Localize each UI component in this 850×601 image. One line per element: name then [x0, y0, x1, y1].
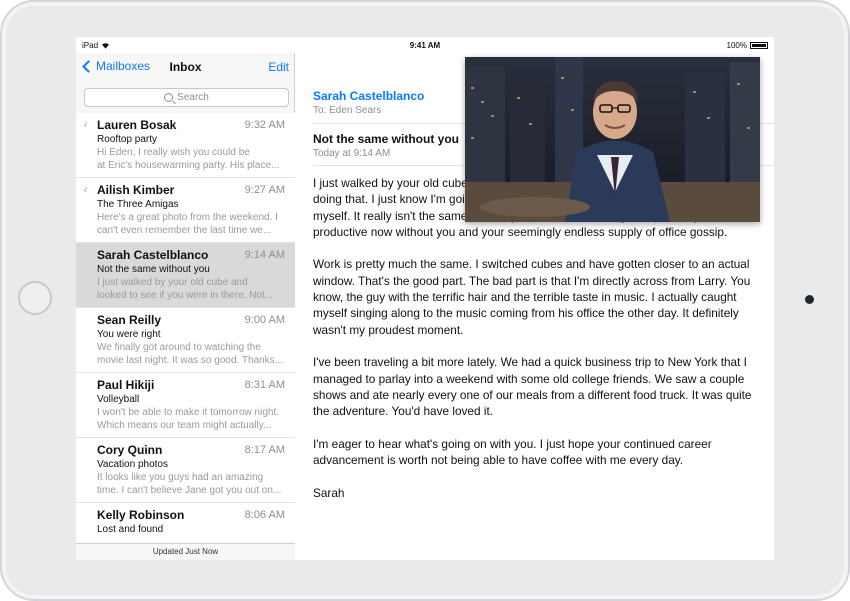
email-preview: Hi Eden, I really wish you could be at Er… [97, 146, 292, 172]
email-subject: Not the same without you [97, 264, 210, 275]
email-preview-line-2: looked to see if you were in there. Not.… [97, 290, 274, 301]
email-sender: Paul Hikiji [97, 378, 155, 392]
paperclip-icon: ⌐ [80, 118, 92, 130]
email-preview-line-2: can't even remember the last time we... [97, 225, 272, 236]
message-paragraph: Sarah [313, 485, 345, 500]
email-sender: Cory Quinn [97, 443, 163, 457]
email-subject: Volleyball [97, 394, 140, 405]
email-sender: Sean Reilly [97, 313, 162, 327]
email-time: 8:06 AM [244, 509, 285, 521]
email-preview-line-1: Hi Eden, I really wish you could be [97, 147, 250, 158]
email-preview: I won't be able to make it tomorrow nigh… [97, 406, 292, 432]
status-bar: iPad 9:41 AM 100% [76, 37, 774, 53]
email-sender: Kelly Robinson [97, 508, 185, 522]
email-preview-line-2: movie last night. It was so good. Thanks… [97, 355, 284, 366]
email-time: 9:32 AM [244, 119, 285, 131]
email-subject: Vacation photos [97, 459, 168, 470]
email-list: ⌐ Lauren Bosak 9:32 AM Rooftop party Hi Eden… [76, 113, 295, 543]
message-sender[interactable]: Sarah Castelblanco [313, 89, 424, 103]
mailbox-sidebar: Mailboxes Inbox Edit Search ⌐ Lauren Bosa… [76, 53, 295, 560]
email-subject: You were right [97, 329, 161, 340]
update-status: Updated Just Now [152, 547, 219, 556]
status-right: 100% [727, 41, 768, 50]
email-sender: Sarah Castelblanco [97, 248, 209, 262]
email-time: 8:31 AM [244, 379, 285, 391]
email-preview-line-1: Here's a great photo from the weekend. I [97, 212, 278, 223]
email-time: 9:27 AM [244, 184, 285, 196]
email-time: 9:00 AM [244, 314, 285, 326]
email-preview: We finally got around to watching the mov… [97, 341, 292, 367]
paperclip-icon: ⌐ [80, 183, 92, 195]
battery-percent: 100% [726, 41, 747, 50]
email-sender: Ailish Kimber [97, 183, 175, 197]
email-list-item[interactable]: Kelly Robinson 8:06 AM Lost and found [76, 503, 295, 543]
search-icon [164, 93, 174, 102]
screen: iPad 9:41 AM 100% Mailboxes Inbox Edit S… [76, 37, 774, 560]
email-list-item[interactable]: Sarah Castelblanco 9:14 AM Not the same wi… [76, 243, 295, 308]
email-sender: Lauren Bosak [97, 118, 177, 132]
inbox-title: Inbox [169, 60, 202, 74]
email-preview: Here's a great photo from the weekend. I… [97, 211, 292, 237]
email-time: 9:14 AM [244, 249, 285, 261]
video-frame [465, 57, 760, 222]
sidebar-nav-bar: Mailboxes Inbox Edit [76, 53, 295, 83]
email-preview-line-2: Which means our team might actually... [97, 420, 272, 431]
sidebar-toolbar: Updated Just Now [76, 543, 295, 560]
search-placeholder: Search [177, 92, 209, 103]
message-paragraph: I'm eager to hear what's going on with y… [313, 436, 712, 468]
email-list-item[interactable]: Cory Quinn 8:17 AM Vacation photos It looks… [76, 438, 295, 503]
search-input[interactable]: Search [84, 88, 289, 107]
message-date: Today at 9:14 AM [313, 148, 391, 159]
ipad-frame: iPad 9:41 AM 100% Mailboxes Inbox Edit S… [0, 0, 850, 601]
picture-in-picture-video[interactable] [465, 57, 760, 222]
email-time: 8:17 AM [244, 444, 285, 456]
camera [805, 295, 814, 304]
message-subject: Not the same without you [313, 132, 460, 146]
email-subject: Lost and found [97, 524, 164, 535]
message-paragraph: Work is pretty much the same. I switched… [313, 257, 751, 337]
email-list-item[interactable]: ⌐ Ailish Kimber 9:27 AM The Three Amigas Her… [76, 178, 295, 243]
email-preview-line-1: I just walked by your old cube and [97, 277, 248, 288]
email-preview-line-2: at Eric's housewarming party. His place.… [97, 160, 280, 171]
email-preview-line-1: We finally got around to watching the [97, 342, 261, 353]
home-button[interactable] [18, 281, 52, 315]
email-subject: Rooftop party [97, 134, 158, 145]
message-paragraph: I've been traveling a bit more lately. W… [313, 355, 752, 419]
edit-button[interactable]: Edit [268, 60, 289, 74]
email-preview: It looks like you guys had an amazing tim… [97, 471, 292, 497]
email-preview-line-2: time. I can't believe Jane got you out o… [97, 485, 282, 496]
email-preview-line-1: It looks like you guys had an amazing [97, 472, 264, 483]
email-preview-line-1: I won't be able to make it tomorrow nigh… [97, 407, 279, 418]
email-list-item[interactable]: Paul Hikiji 8:31 AM Volleyball I won't be a… [76, 373, 295, 438]
status-time: 9:41 AM [409, 41, 441, 50]
email-list-item[interactable]: ⌐ Lauren Bosak 9:32 AM Rooftop party Hi Eden… [76, 113, 295, 178]
battery-icon [750, 42, 768, 49]
message-recipient: To: Eden Sears [313, 105, 382, 116]
email-list-item[interactable]: Sean Reilly 9:00 AM You were right We final… [76, 308, 295, 373]
message-body: I just walked by your old cube and looke… [313, 175, 758, 517]
email-subject: The Three Amigas [97, 199, 179, 210]
email-preview: I just walked by your old cube and looked… [97, 276, 292, 302]
